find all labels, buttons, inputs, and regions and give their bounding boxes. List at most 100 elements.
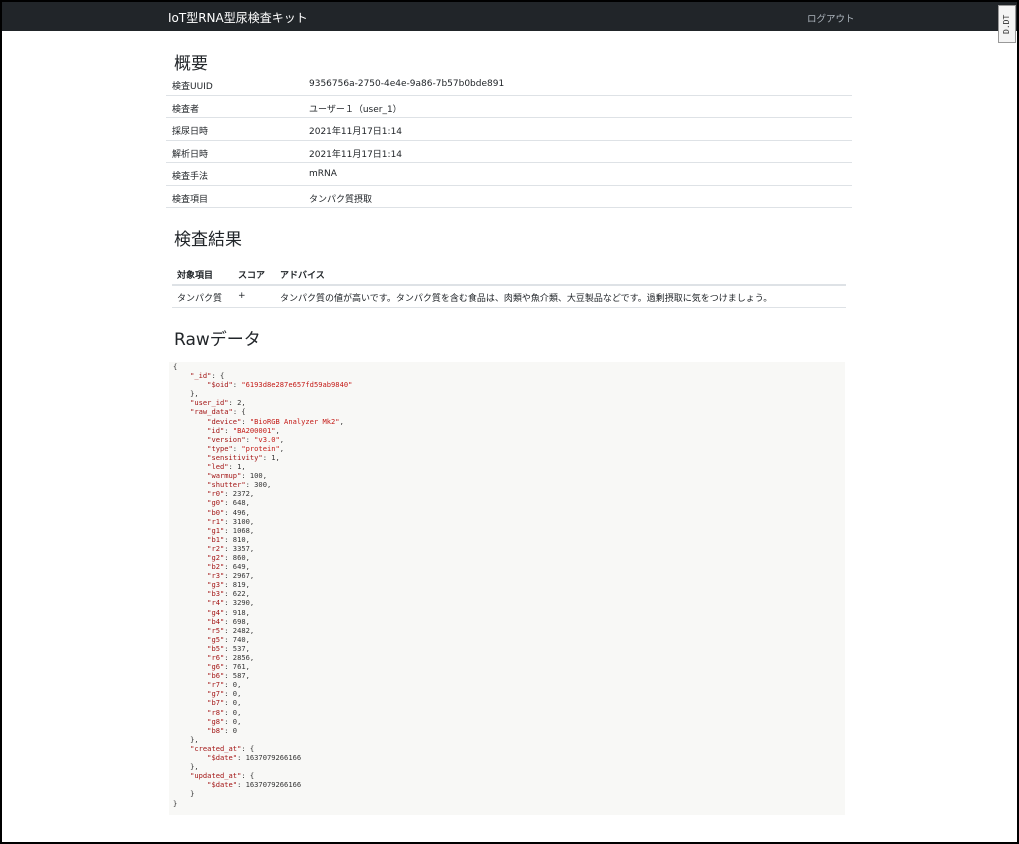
- results-table: 対象項目 スコア アドバイス タンパク質 + タンパク質の値が高いです。タンパク…: [172, 262, 846, 308]
- row-label: 検査項目: [172, 194, 209, 205]
- json-key: "g0": [207, 498, 225, 508]
- code-line: "led": 1,: [207, 462, 246, 472]
- json-key: "version": [207, 434, 246, 444]
- code-line: "user_id": 2,: [190, 398, 246, 408]
- json-key: "r5": [207, 625, 225, 635]
- json-key: "r6": [207, 653, 225, 662]
- json-key: "b8": [207, 725, 225, 735]
- overview-heading: 概要: [174, 54, 208, 74]
- table-row: 採尿日時 2021年11月17日1:14: [166, 118, 852, 141]
- code-line: "sensitivity": 1,: [207, 452, 280, 462]
- code-line: "r8": 0,: [207, 707, 242, 717]
- result-advice: タンパク質の値が高いです。タンパク質を含む食品は、肉類や魚介類、大豆製品などです…: [280, 294, 773, 304]
- row-value: タンパク質摂取: [309, 194, 373, 205]
- code-line: "g1": 1068,: [207, 525, 255, 535]
- json-string: "v3.0": [254, 434, 280, 444]
- json-key: "updated_at": [190, 771, 242, 781]
- json-key: "r0": [207, 489, 225, 499]
- code-line: "r5": 2482,: [207, 625, 255, 635]
- json-key: "b3": [207, 589, 225, 599]
- code-line: "g7": 0,: [207, 689, 242, 699]
- code-line: "id": "BA200001",: [207, 425, 280, 435]
- code-line: "b2": 649,: [207, 562, 250, 572]
- row-label: 検査者: [172, 104, 200, 115]
- row-label: 解析日時: [172, 149, 209, 160]
- code-line: "$date": 1637079266166: [207, 780, 302, 790]
- json-key: "g7": [207, 689, 225, 699]
- json-key: "$date": [207, 753, 238, 763]
- json-key: "device": [207, 416, 242, 426]
- json-key: "b4": [207, 616, 225, 626]
- json-key: "b0": [207, 507, 225, 517]
- code-line: "b7": 0,: [207, 698, 242, 708]
- json-key: "warmup": [207, 471, 242, 481]
- table-row: タンパク質 + タンパク質の値が高いです。タンパク質を含む食品は、肉類や魚介類、…: [172, 286, 846, 308]
- code-line: "b4": 698,: [207, 616, 250, 626]
- json-key: "g2": [207, 552, 225, 562]
- json-key: "r4": [207, 598, 225, 608]
- json-key: "g5": [207, 634, 225, 644]
- json-key: "g3": [207, 580, 225, 590]
- row-value: ユーザー１（user_1）: [309, 104, 402, 115]
- json-key: "r1": [207, 516, 225, 526]
- result-score: +: [238, 291, 246, 301]
- code-line: "r3": 2967,: [207, 571, 255, 581]
- code-line: "b8": 0: [207, 725, 238, 735]
- code-line: "updated_at": {: [190, 771, 255, 781]
- json-key: "g1": [207, 525, 225, 535]
- json-key: "r7": [207, 680, 225, 690]
- json-key: "user_id": [190, 398, 229, 408]
- row-label: 検査手法: [172, 172, 209, 182]
- code-line: "version": "v3.0",: [207, 434, 285, 444]
- column-header-advice: アドバイス: [280, 271, 325, 281]
- json-key: "b6": [207, 671, 225, 681]
- table-row: 検査項目 タンパク質摂取: [166, 186, 852, 208]
- code-line: "g5": 740,: [207, 634, 250, 644]
- code-line: "$oid": "6193d8e287e657fd59ab9840": [207, 380, 353, 390]
- code-line: "g4": 918,: [207, 607, 250, 617]
- code-line: "g3": 819,: [207, 580, 250, 590]
- code-line: "r0": 2372,: [207, 489, 255, 499]
- json-key: "g4": [207, 607, 225, 617]
- row-value: 2021年11月17日1:14: [309, 127, 403, 137]
- code-line: },: [190, 734, 199, 744]
- table-row: 解析日時 2021年11月17日1:14: [166, 141, 852, 163]
- code-line: "type": "protein",: [207, 443, 285, 453]
- side-badge: D.DT: [998, 5, 1016, 43]
- json-key: "created_at": [190, 743, 242, 753]
- json-key: "r3": [207, 571, 225, 581]
- json-key: "led": [207, 462, 229, 472]
- json-key: "id": [207, 425, 225, 435]
- code-line: "shutter": 300,: [207, 480, 272, 490]
- code-line: "created_at": {: [190, 743, 255, 753]
- row-label: 採尿日時: [172, 127, 209, 137]
- logout-link[interactable]: ログアウト: [807, 11, 855, 25]
- code-line: "g8": 0,: [207, 716, 242, 726]
- json-string: "protein": [241, 443, 280, 453]
- code-line: "device": "BioRGB Analyzer Mk2",: [207, 416, 344, 426]
- code-line: "_id": {: [190, 371, 225, 381]
- code-line: "g6": 761,: [207, 662, 250, 672]
- raw-data-heading: Rawデータ: [174, 330, 261, 350]
- code-line: "b3": 622,: [207, 589, 250, 599]
- json-key: "sensitivity": [207, 452, 263, 462]
- overview-table: 検査UUID 9356756a-2750-4e4e-9a86-7b57b0bde8…: [166, 73, 852, 208]
- code-line: {: [173, 362, 178, 371]
- row-label: 検査UUID: [172, 82, 213, 92]
- json-key: "$oid": [207, 380, 233, 390]
- code-line: },: [190, 762, 199, 772]
- json-key: "raw_data": [190, 407, 233, 417]
- top-navbar: IoT型RNA型尿検査キット ログアウト: [2, 2, 1017, 31]
- json-key: "g8": [207, 716, 225, 726]
- table-row: 検査手法 mRNA: [166, 163, 852, 186]
- table-row: 検査者 ユーザー１（user_1）: [166, 96, 852, 118]
- json-string: "BA200001": [232, 425, 276, 435]
- code-line: "raw_data": {: [190, 407, 246, 417]
- results-header-row: 対象項目 スコア アドバイス: [172, 262, 846, 286]
- raw-json-block: { "_id": { "$oid": "6193d8e287e657fd59ab…: [169, 362, 845, 815]
- json-key: "b7": [207, 698, 225, 708]
- app-title[interactable]: IoT型RNA型尿検査キット: [168, 9, 308, 26]
- row-value: 9356756a-2750-4e4e-9a86-7b57b0bde891: [309, 79, 505, 89]
- code-line: "r2": 3357,: [207, 543, 255, 553]
- json-key: "b1": [207, 534, 225, 544]
